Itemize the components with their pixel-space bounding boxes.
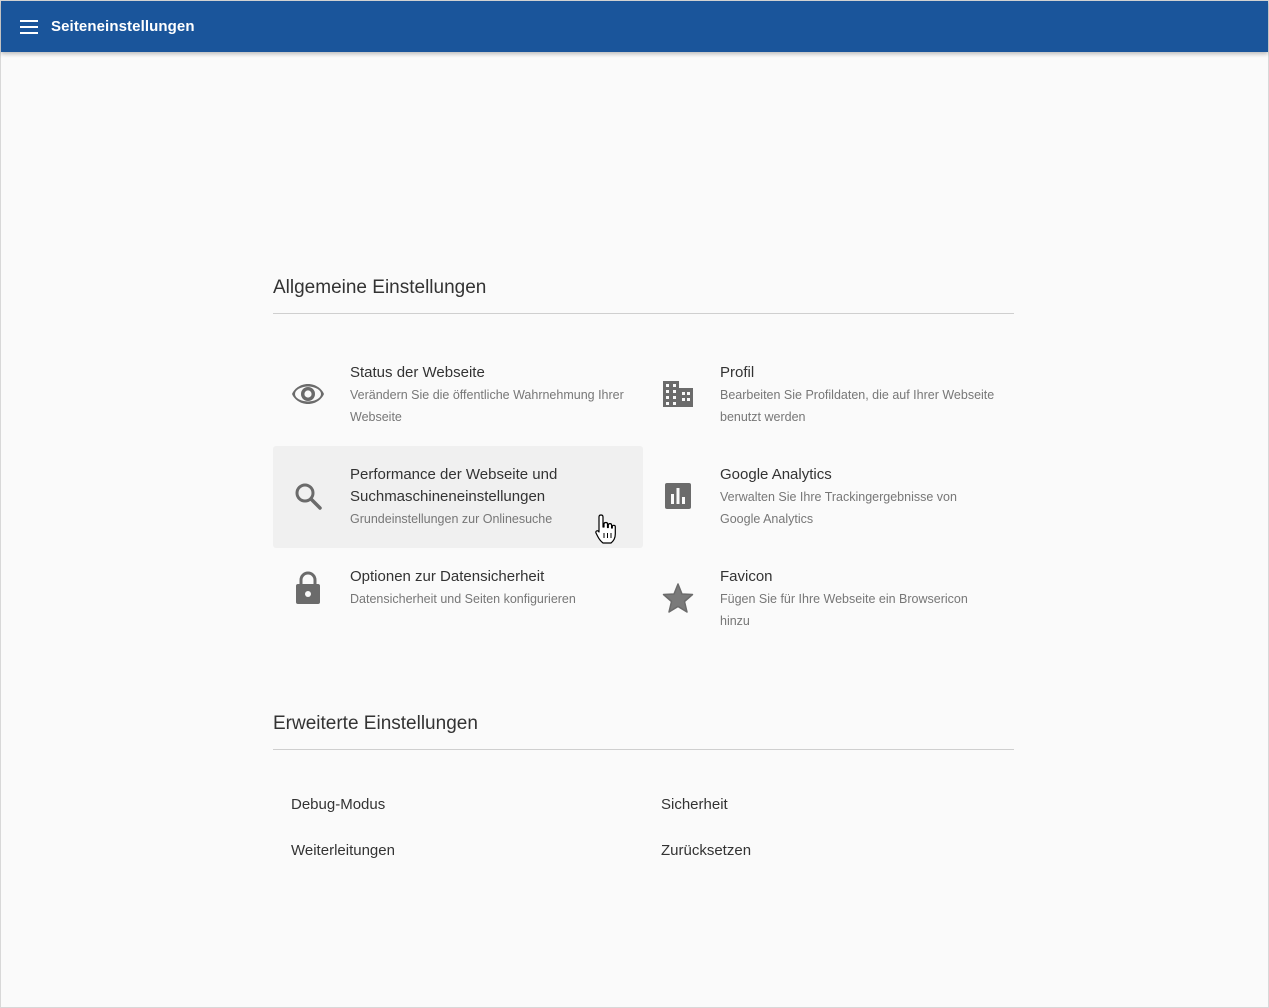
setting-card-description: Bearbeiten Sie Profildaten, die auf Ihre…: [720, 388, 995, 424]
setting-card-title: Optionen zur Datensicherheit: [350, 568, 545, 585]
general-settings-section: Allgemeine Einstellungen Status der Webs…: [273, 277, 1014, 650]
general-settings-heading: Allgemeine Einstellungen: [273, 277, 487, 298]
setting-card-description: Verwalten Sie Ihre Trackingergebnisse vo…: [720, 490, 957, 526]
general-settings-divider: [273, 313, 1014, 314]
advanced-link-security[interactable]: Sicherheit: [661, 796, 728, 813]
setting-card-description: Datensicherheit und Seiten konfigurieren: [350, 592, 576, 606]
eye-icon: [290, 376, 326, 412]
setting-card-data-security[interactable]: Optionen zur Datensicherheit Datensicher…: [273, 548, 643, 650]
building-icon: [660, 376, 696, 412]
advanced-link-reset[interactable]: Zurücksetzen: [661, 842, 751, 859]
advanced-link-debug-mode[interactable]: Debug-Modus: [291, 796, 385, 813]
general-settings-grid: Status der Webseite Verändern Sie die öf…: [273, 344, 1014, 650]
star-icon: [660, 580, 696, 616]
setting-card-title: Profil: [720, 364, 755, 381]
lock-icon: [290, 570, 326, 606]
advanced-settings-grid: Debug-Modus Sicherheit Weiterleitungen Z…: [273, 750, 1014, 880]
setting-card-title: Favicon: [720, 568, 773, 585]
setting-card-google-analytics[interactable]: Google Analytics Verwalten Sie Ihre Trac…: [643, 446, 1013, 548]
setting-card-title: Status der Webseite: [350, 364, 485, 381]
setting-card-title: Performance der Webseite und Suchmaschin…: [350, 466, 558, 505]
app-bar: Seiteneinstellungen: [1, 1, 1268, 52]
setting-card-profile[interactable]: Profil Bearbeiten Sie Profildaten, die a…: [643, 344, 1013, 446]
advanced-link-redirects[interactable]: Weiterleitungen: [291, 842, 395, 859]
hamburger-menu-icon[interactable]: [20, 19, 40, 35]
setting-card-description: Fügen Sie für Ihre Webseite ein Browseri…: [720, 592, 968, 628]
advanced-settings-heading: Erweiterte Einstellungen: [273, 713, 478, 734]
search-icon: [290, 478, 326, 514]
advanced-settings-section: Erweiterte Einstellungen Debug-Modus Sic…: [273, 713, 1014, 880]
setting-card-description: Grundeinstellungen zur Onlinesuche: [350, 512, 553, 526]
setting-card-favicon[interactable]: Favicon Fügen Sie für Ihre Webseite ein …: [643, 548, 1013, 650]
setting-card-description: Verändern Sie die öffentliche Wahrnehmun…: [350, 388, 624, 424]
setting-card-title: Google Analytics: [720, 466, 832, 483]
setting-card-site-status[interactable]: Status der Webseite Verändern Sie die öf…: [273, 344, 643, 446]
bar-chart-icon: [660, 478, 696, 514]
page-title: Seiteneinstellungen: [51, 18, 195, 35]
setting-card-performance-seo[interactable]: Performance der Webseite und Suchmaschin…: [273, 446, 643, 548]
